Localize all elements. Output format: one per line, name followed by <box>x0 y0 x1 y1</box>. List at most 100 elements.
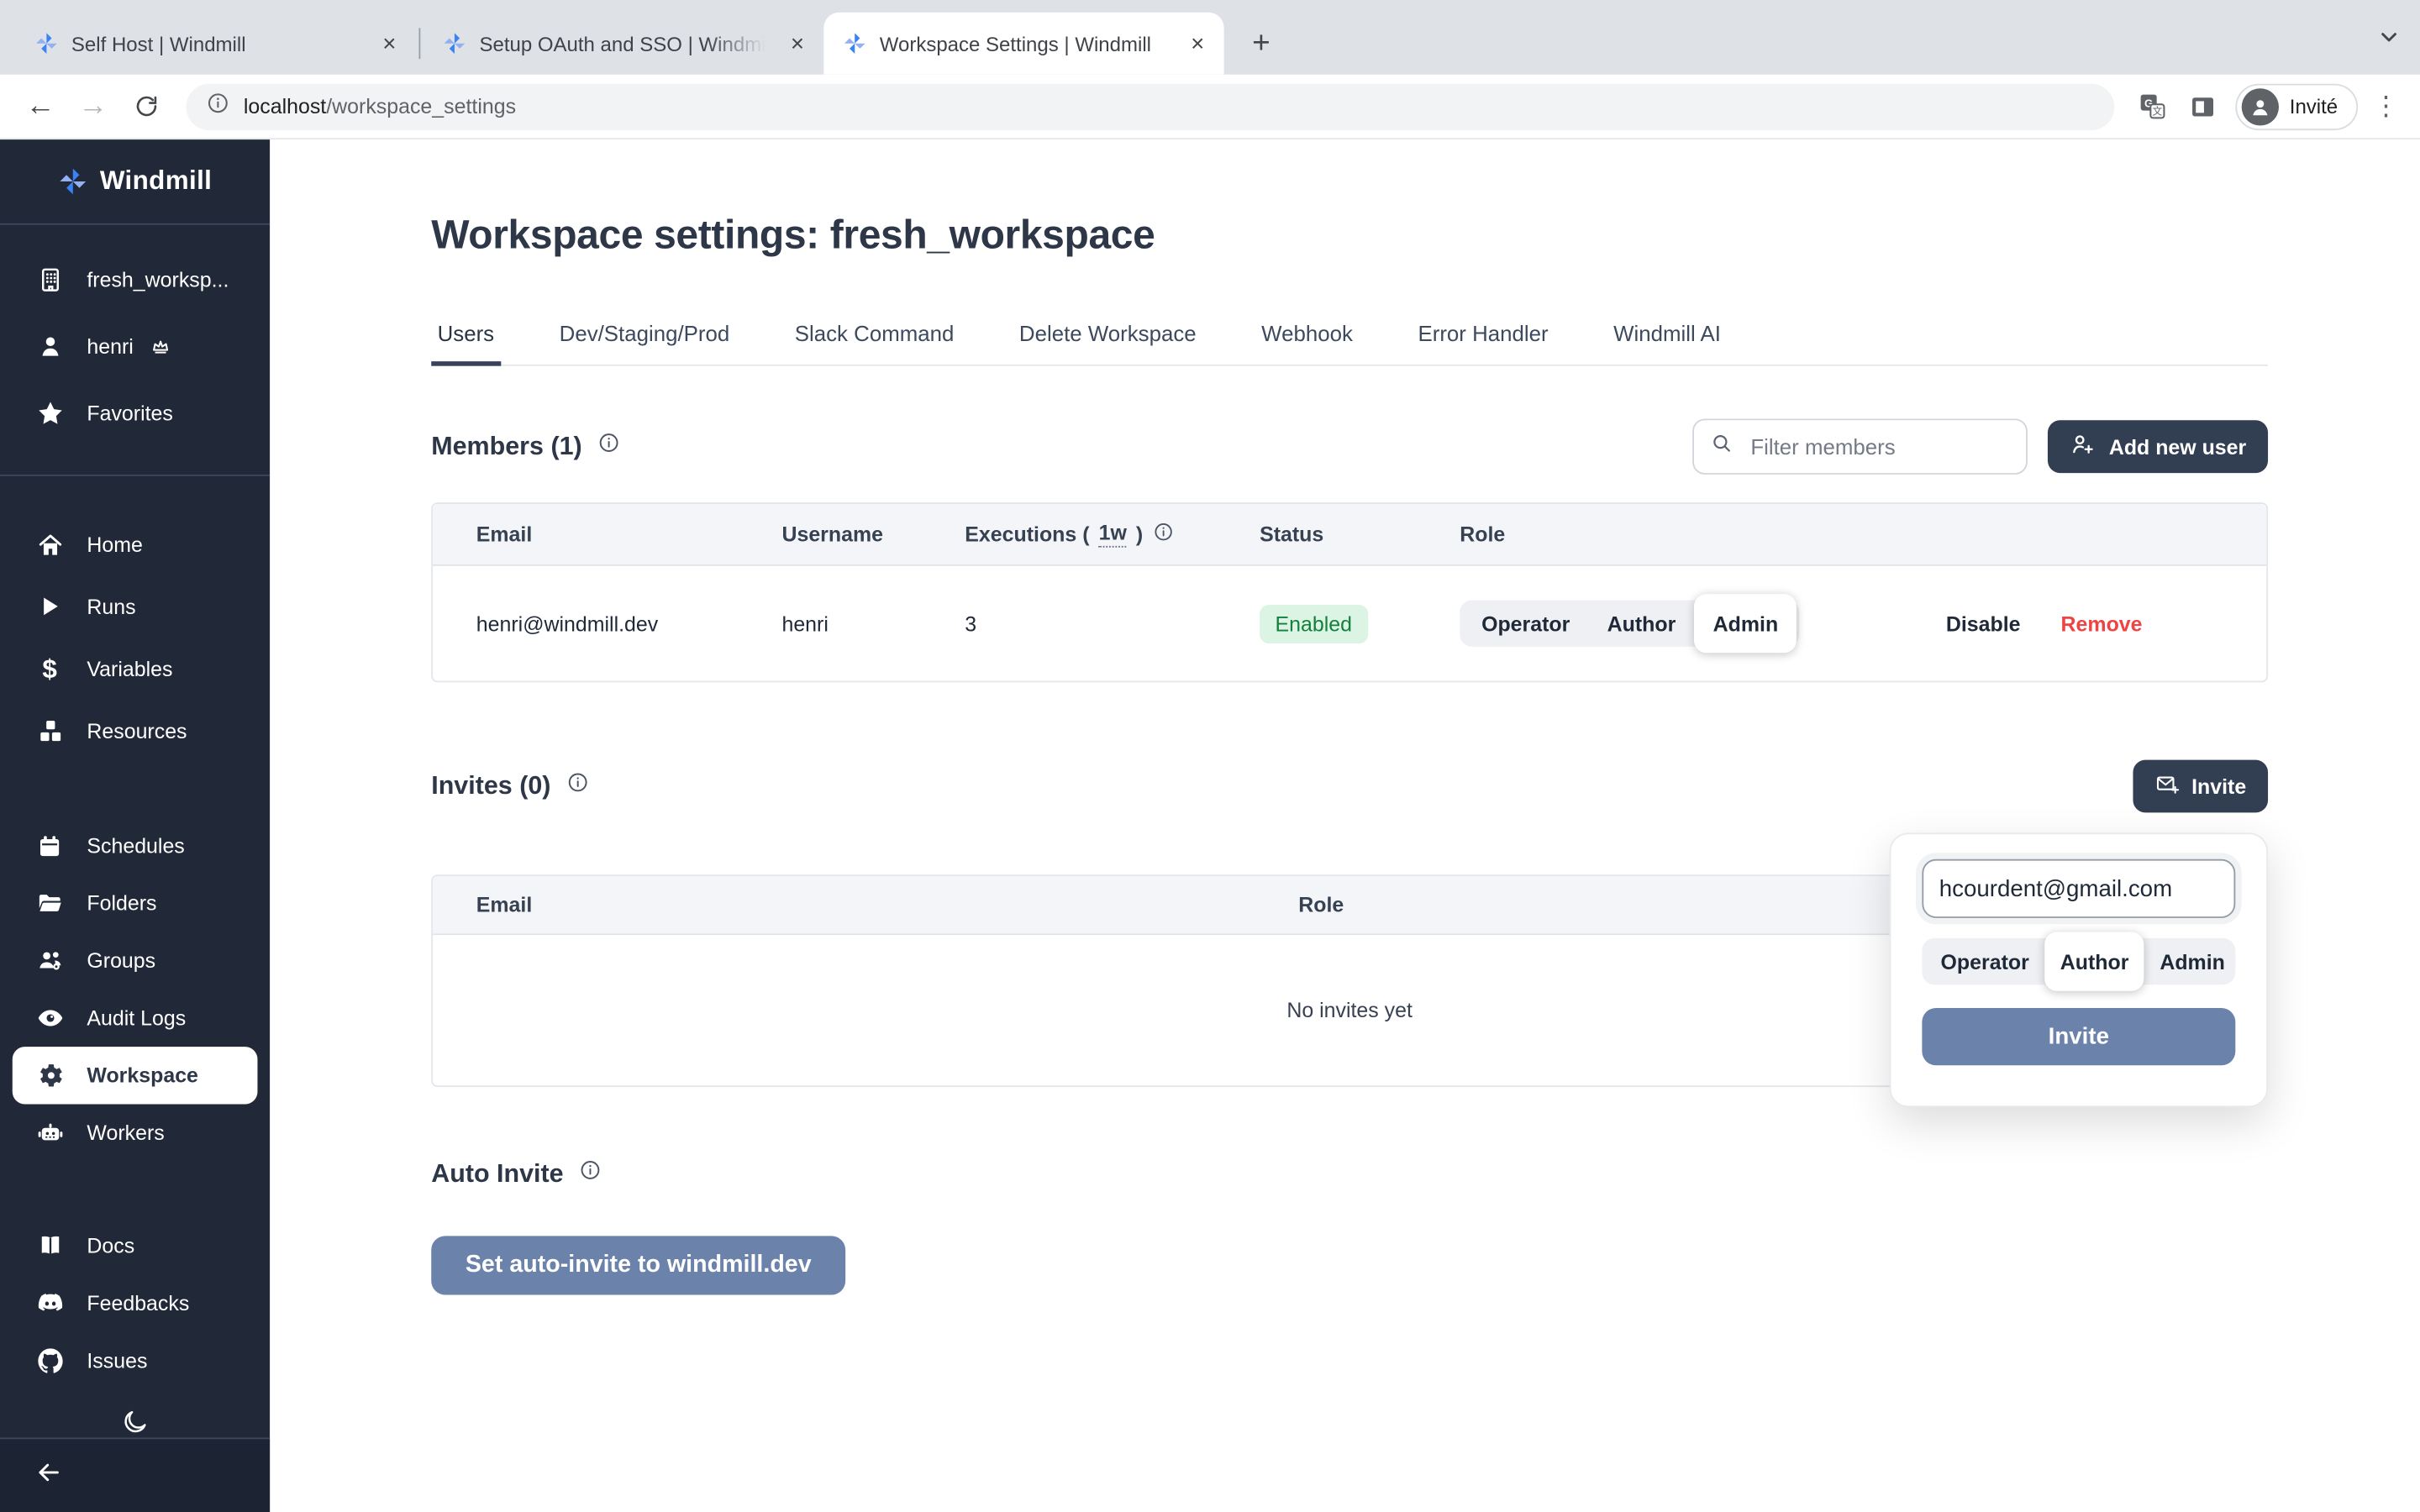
tab-title: Workspace Settings | Windmill <box>880 32 1171 55</box>
address-bar[interactable]: localhost/workspace_settings <box>187 83 2115 129</box>
sidebar-item-workers[interactable]: Workers <box>0 1104 270 1161</box>
user-icon <box>34 331 66 362</box>
tab-webhook[interactable]: Webhook <box>1255 321 1360 365</box>
tab-search-chevron-down-icon[interactable] <box>2376 25 2402 58</box>
filter-members-input[interactable] <box>1748 433 2012 460</box>
executions-window: 1w <box>1099 521 1127 547</box>
close-icon[interactable]: × <box>783 29 811 57</box>
sidebar-item-resources[interactable]: Resources <box>0 700 270 762</box>
side-panel-icon[interactable] <box>2180 83 2226 129</box>
sidebar-item-workspace-switcher[interactable]: fresh_worksp... <box>0 247 270 313</box>
info-icon[interactable] <box>579 1158 602 1189</box>
browser-profile-chip[interactable]: Invité <box>2235 83 2358 129</box>
invites-heading-text: Invites (0) <box>431 771 550 801</box>
browser-tab-3-active[interactable]: Workspace Settings | Windmill × <box>823 13 1223 75</box>
role-author-option[interactable]: Author <box>1588 600 1694 646</box>
sidebar-item-home[interactable]: Home <box>0 513 270 575</box>
sidebar-item-docs[interactable]: Docs <box>0 1217 270 1274</box>
folder-icon <box>34 888 66 919</box>
sidebar-item-schedules[interactable]: Schedules <box>0 817 270 874</box>
disable-button[interactable]: Disable <box>1946 612 2021 635</box>
invite-email-input[interactable] <box>1922 859 2235 918</box>
tab-error-handler[interactable]: Error Handler <box>1412 321 1555 365</box>
tab-dev-staging-prod[interactable]: Dev/Staging/Prod <box>553 321 735 365</box>
sidebar-item-variables[interactable]: $ Variables <box>0 638 270 700</box>
settings-tabs: Users Dev/Staging/Prod Slack Command Del… <box>431 321 2268 366</box>
tab-windmill-ai[interactable]: Windmill AI <box>1607 321 1728 365</box>
sidebar-item-feedbacks[interactable]: Feedbacks <box>0 1275 270 1332</box>
windmill-favicon-icon <box>34 31 60 56</box>
role-admin-option-selected[interactable]: Admin <box>1694 594 1797 653</box>
close-icon[interactable]: × <box>376 29 403 57</box>
info-icon[interactable] <box>566 771 590 802</box>
browser-tab-2[interactable]: Setup OAuth and SSO | Windmi × <box>424 13 823 75</box>
collapse-arrow-left-icon[interactable] <box>34 1457 64 1494</box>
sidebar-item-runs[interactable]: Runs <box>0 575 270 638</box>
tab-divider <box>418 28 420 59</box>
windmill-logo[interactable]: Windmill <box>0 139 270 225</box>
translate-icon[interactable]: G文 <box>2130 83 2176 129</box>
url-text: localhost/workspace_settings <box>244 95 516 118</box>
windmill-favicon-icon <box>442 31 467 56</box>
main-content: Workspace settings: fresh_workspace User… <box>270 139 2420 1512</box>
svg-text:文: 文 <box>2153 106 2163 118</box>
dollar-icon: $ <box>34 653 66 684</box>
popup-role-author-option-selected[interactable]: Author <box>2044 932 2144 991</box>
sidebar-collapse-bar <box>0 1437 270 1512</box>
member-executions: 3 <box>965 612 1260 635</box>
site-info-icon[interactable] <box>207 91 230 122</box>
tab-users[interactable]: Users <box>431 321 500 365</box>
tab-title: Self Host | Windmill <box>71 32 363 55</box>
tab-slack-command[interactable]: Slack Command <box>788 321 960 365</box>
auto-invite-header: Auto Invite <box>431 1158 2268 1189</box>
calendar-icon <box>34 831 66 862</box>
col-email: Email <box>476 522 782 546</box>
home-icon <box>34 529 66 560</box>
popup-role-operator-option[interactable]: Operator <box>1925 938 2044 984</box>
sidebar-item-label: Variables <box>87 657 172 680</box>
close-icon[interactable]: × <box>1184 29 1212 57</box>
member-actions: Disable Remove <box>1925 612 2223 635</box>
member-username: henri <box>781 612 965 635</box>
set-auto-invite-button[interactable]: Set auto-invite to windmill.dev <box>431 1236 845 1294</box>
sidebar-item-favorites[interactable]: Favorites <box>0 380 270 446</box>
sidebar-item-label: Folders <box>87 892 156 916</box>
remove-button[interactable]: Remove <box>2061 612 2143 635</box>
back-icon[interactable]: ← <box>15 81 65 131</box>
invite-button[interactable]: Invite <box>2133 760 2268 813</box>
sidebar-item-label: Schedules <box>87 834 184 858</box>
info-icon[interactable] <box>1152 521 1174 547</box>
sidebar-item-groups[interactable]: Groups <box>0 932 270 990</box>
invite-button-label: Invite <box>2191 774 2246 798</box>
sidebar-item-issues[interactable]: Issues <box>0 1332 270 1389</box>
sidebar-item-audit-logs[interactable]: Audit Logs <box>0 990 270 1047</box>
sidebar-item-folders[interactable]: Folders <box>0 874 270 932</box>
invite-submit-button[interactable]: Invite <box>1922 1008 2235 1065</box>
invite-popup: Operator Author Admin Invite <box>1890 832 2268 1107</box>
add-new-user-button[interactable]: Add new user <box>2049 420 2268 473</box>
mail-plus-icon <box>2154 771 2180 801</box>
browser-tab-1[interactable]: Self Host | Windmill × <box>15 13 415 75</box>
popup-role-admin-option[interactable]: Admin <box>2144 938 2240 984</box>
forward-icon[interactable]: → <box>68 81 118 131</box>
browser-menu-icon[interactable]: ⋮ <box>2367 91 2404 122</box>
url-host: localhost <box>244 95 326 118</box>
filter-members-field[interactable] <box>1693 418 2028 474</box>
info-icon[interactable] <box>597 431 621 462</box>
sidebar-item-workspace[interactable]: Workspace <box>13 1047 258 1104</box>
sidebar-item-user[interactable]: henri <box>0 313 270 380</box>
role-operator-option[interactable]: Operator <box>1463 600 1589 646</box>
reload-icon[interactable] <box>121 81 171 131</box>
new-tab-button[interactable]: + <box>1239 22 1283 66</box>
sidebar-item-label: Resources <box>87 719 187 743</box>
eye-icon <box>34 1003 66 1034</box>
executions-suffix: ) <box>1136 522 1143 546</box>
member-row: henri@windmill.dev henri 3 Enabled Opera… <box>433 566 2266 681</box>
tab-delete-workspace[interactable]: Delete Workspace <box>1013 321 1202 365</box>
users-group-icon <box>34 945 66 976</box>
play-icon <box>34 591 66 622</box>
status-badge: Enabled <box>1260 604 1367 643</box>
member-role-toggle: Operator Author Admin <box>1460 600 1800 646</box>
sidebar-item-label: Workers <box>87 1121 164 1145</box>
app-root: Windmill fresh_worksp... henri <box>0 139 2420 1512</box>
